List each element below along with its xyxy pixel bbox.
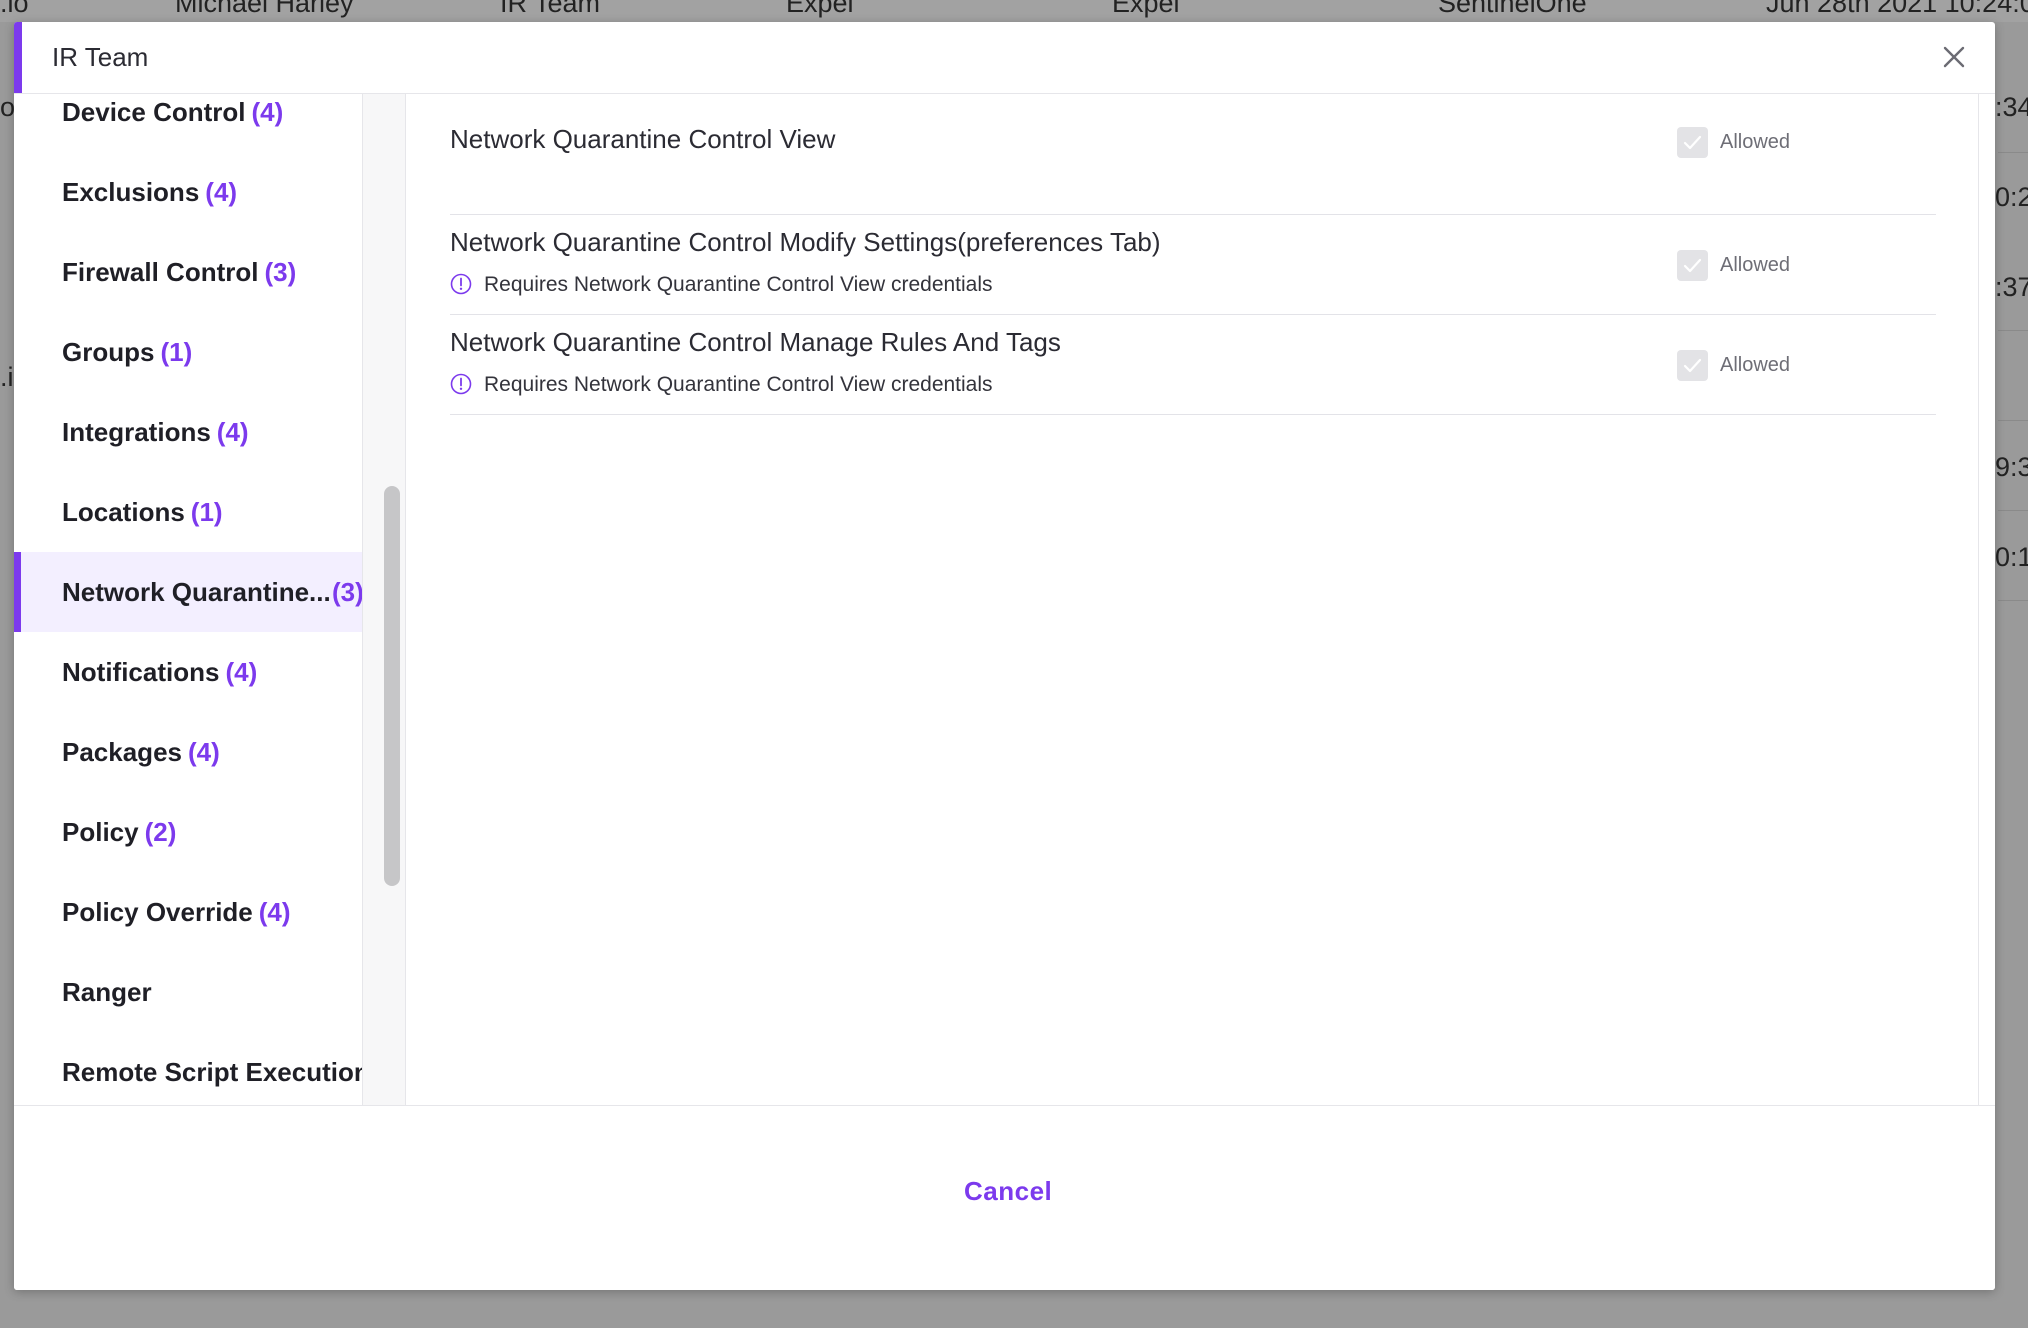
close-button[interactable]	[1939, 42, 1969, 72]
bg-row-fragment: .i	[0, 362, 14, 392]
checkmark-icon	[1683, 258, 1702, 273]
bg-row-fragment: 0:2	[1995, 182, 2028, 212]
bg-row-fragment: 0:1	[1995, 542, 2028, 572]
sidebar-scrollbar-thumb[interactable]	[384, 486, 400, 886]
sidebar-item-device-control[interactable]: Device Control (4)	[14, 94, 362, 152]
allowed-label: Allowed	[1720, 131, 1791, 153]
sidebar-item-label: Exclusions	[62, 177, 200, 207]
bg-row-divider	[1998, 420, 2028, 421]
info-circle-icon	[450, 273, 472, 295]
sidebar-item-packages[interactable]: Packages (4)	[14, 712, 362, 792]
bg-row-fragment: :37	[1995, 272, 2028, 302]
sidebar-item-count: (1)	[190, 497, 223, 527]
sidebar-item-count: (1)	[160, 337, 193, 367]
bg-header-cell: Michael Harley	[175, 0, 354, 18]
sidebar-item-count: (4)	[205, 177, 238, 207]
bg-row-fragment: 9:3	[1995, 452, 2028, 482]
sidebar-item-count: (2)	[144, 817, 177, 847]
modal-title: IR Team	[52, 42, 149, 72]
sidebar-item-policy[interactable]: Policy (2)	[14, 792, 362, 872]
sidebar-item-network-quarantine[interactable]: Network Quarantine... (3)	[14, 552, 362, 632]
sidebar-item-count: (4)	[258, 897, 291, 927]
content-right-gutter	[1978, 94, 1995, 1105]
header-accent-bar	[14, 22, 22, 93]
sidebar-item-label: Integrations	[62, 417, 211, 447]
sidebar-item-notifications[interactable]: Notifications (4)	[14, 632, 362, 712]
sidebar-item-count: (4)	[216, 417, 249, 447]
sidebar-item-locations[interactable]: Locations (1)	[14, 472, 362, 552]
checkmark-icon	[1683, 135, 1702, 150]
sidebar-item-label: Groups	[62, 337, 155, 367]
sidebar-item-label: Device Control	[62, 97, 246, 127]
allowed-checkbox[interactable]	[1677, 127, 1708, 158]
sidebar-item-count: (3)	[264, 257, 297, 287]
sidebar-item-integrations[interactable]: Integrations (4)	[14, 392, 362, 472]
sidebar-item-count: (4)	[225, 657, 258, 687]
allowed-label: Allowed	[1720, 254, 1791, 276]
background-table-header: .io Michael Harley IR Team Expel Expel S…	[0, 0, 2028, 22]
sidebar-item-exclusions[interactable]: Exclusions (4)	[14, 152, 362, 232]
bg-header-cell: SentinelOne	[1438, 0, 1587, 18]
bg-header-cell: Expel	[1112, 0, 1180, 18]
permission-title: Network Quarantine Control Modify Settin…	[450, 227, 1161, 257]
sidebar-item-label: Policy Override	[62, 897, 253, 927]
info-circle-icon	[450, 373, 472, 395]
sidebar-item-label: Firewall Control	[62, 257, 259, 287]
allowed-checkbox[interactable]	[1677, 350, 1708, 381]
close-icon	[1943, 46, 1965, 68]
permissions-panel: Network Quarantine Control View Allowed …	[406, 94, 1978, 1105]
permission-requirement-note: Requires Network Quarantine Control View…	[450, 373, 993, 397]
sidebar-item-label: Locations	[62, 497, 185, 527]
permission-title: Network Quarantine Control Manage Rules …	[450, 327, 1061, 357]
modal-header: IR Team	[14, 22, 1995, 94]
sidebar-item-firewall-control[interactable]: Firewall Control (3)	[14, 232, 362, 312]
sidebar-item-count: (4)	[187, 737, 220, 767]
permission-row: Network Quarantine Control View Allowed	[450, 94, 1936, 215]
bg-header-cell: Expel	[786, 0, 854, 18]
bg-header-cell: Jun 28th 2021 10:24:0	[1766, 0, 2028, 18]
permission-note-text: Requires Network Quarantine Control View…	[484, 273, 993, 296]
bg-header-cell: IR Team	[500, 0, 601, 18]
sidebar-item-count: (4)	[251, 97, 284, 127]
allowed-checkbox[interactable]	[1677, 250, 1708, 281]
cancel-button[interactable]: Cancel	[964, 1176, 1052, 1207]
checkmark-icon	[1683, 358, 1702, 373]
permissions-modal: IR Team Device Control (4) Exclusions (4) …	[14, 22, 1995, 1290]
bg-row-divider	[1998, 600, 2028, 601]
modal-footer: Cancel	[14, 1105, 1995, 1290]
sidebar-item-label: Network Quarantine...	[62, 577, 331, 607]
permission-note-text: Requires Network Quarantine Control View…	[484, 373, 993, 396]
sidebar-item-label: Notifications	[62, 657, 220, 687]
sidebar-item-groups[interactable]: Groups (1)	[14, 312, 362, 392]
sidebar-item-remote-script-execution[interactable]: Remote Script Execution	[14, 1032, 362, 1105]
permission-row: Network Quarantine Control Modify Settin…	[450, 215, 1936, 315]
sidebar-item-policy-override[interactable]: Policy Override (4)	[14, 872, 362, 952]
bg-row-fragment: o	[0, 92, 16, 122]
sidebar-item-label: Policy	[62, 817, 139, 847]
bg-row-divider	[1998, 510, 2028, 511]
bg-row-divider	[1998, 152, 2028, 153]
permission-title: Network Quarantine Control View	[450, 124, 836, 154]
sidebar-item-count: (3)	[332, 577, 363, 607]
sidebar-item-label: Remote Script Execution	[62, 1057, 363, 1087]
bg-row-fragment: :34	[1995, 92, 2028, 122]
sidebar-item-label: Ranger	[62, 977, 152, 1007]
sidebar-item-label: Packages	[62, 737, 182, 767]
bg-header-cell: .io	[0, 0, 29, 18]
allowed-label: Allowed	[1720, 354, 1791, 376]
permission-requirement-note: Requires Network Quarantine Control View…	[450, 273, 993, 297]
sidebar-item-ranger[interactable]: Ranger	[14, 952, 362, 1032]
bg-row-divider	[1998, 330, 2028, 331]
category-sidebar: Device Control (4) Exclusions (4) Firewall…	[14, 94, 363, 1105]
permission-row: Network Quarantine Control Manage Rules …	[450, 315, 1936, 415]
